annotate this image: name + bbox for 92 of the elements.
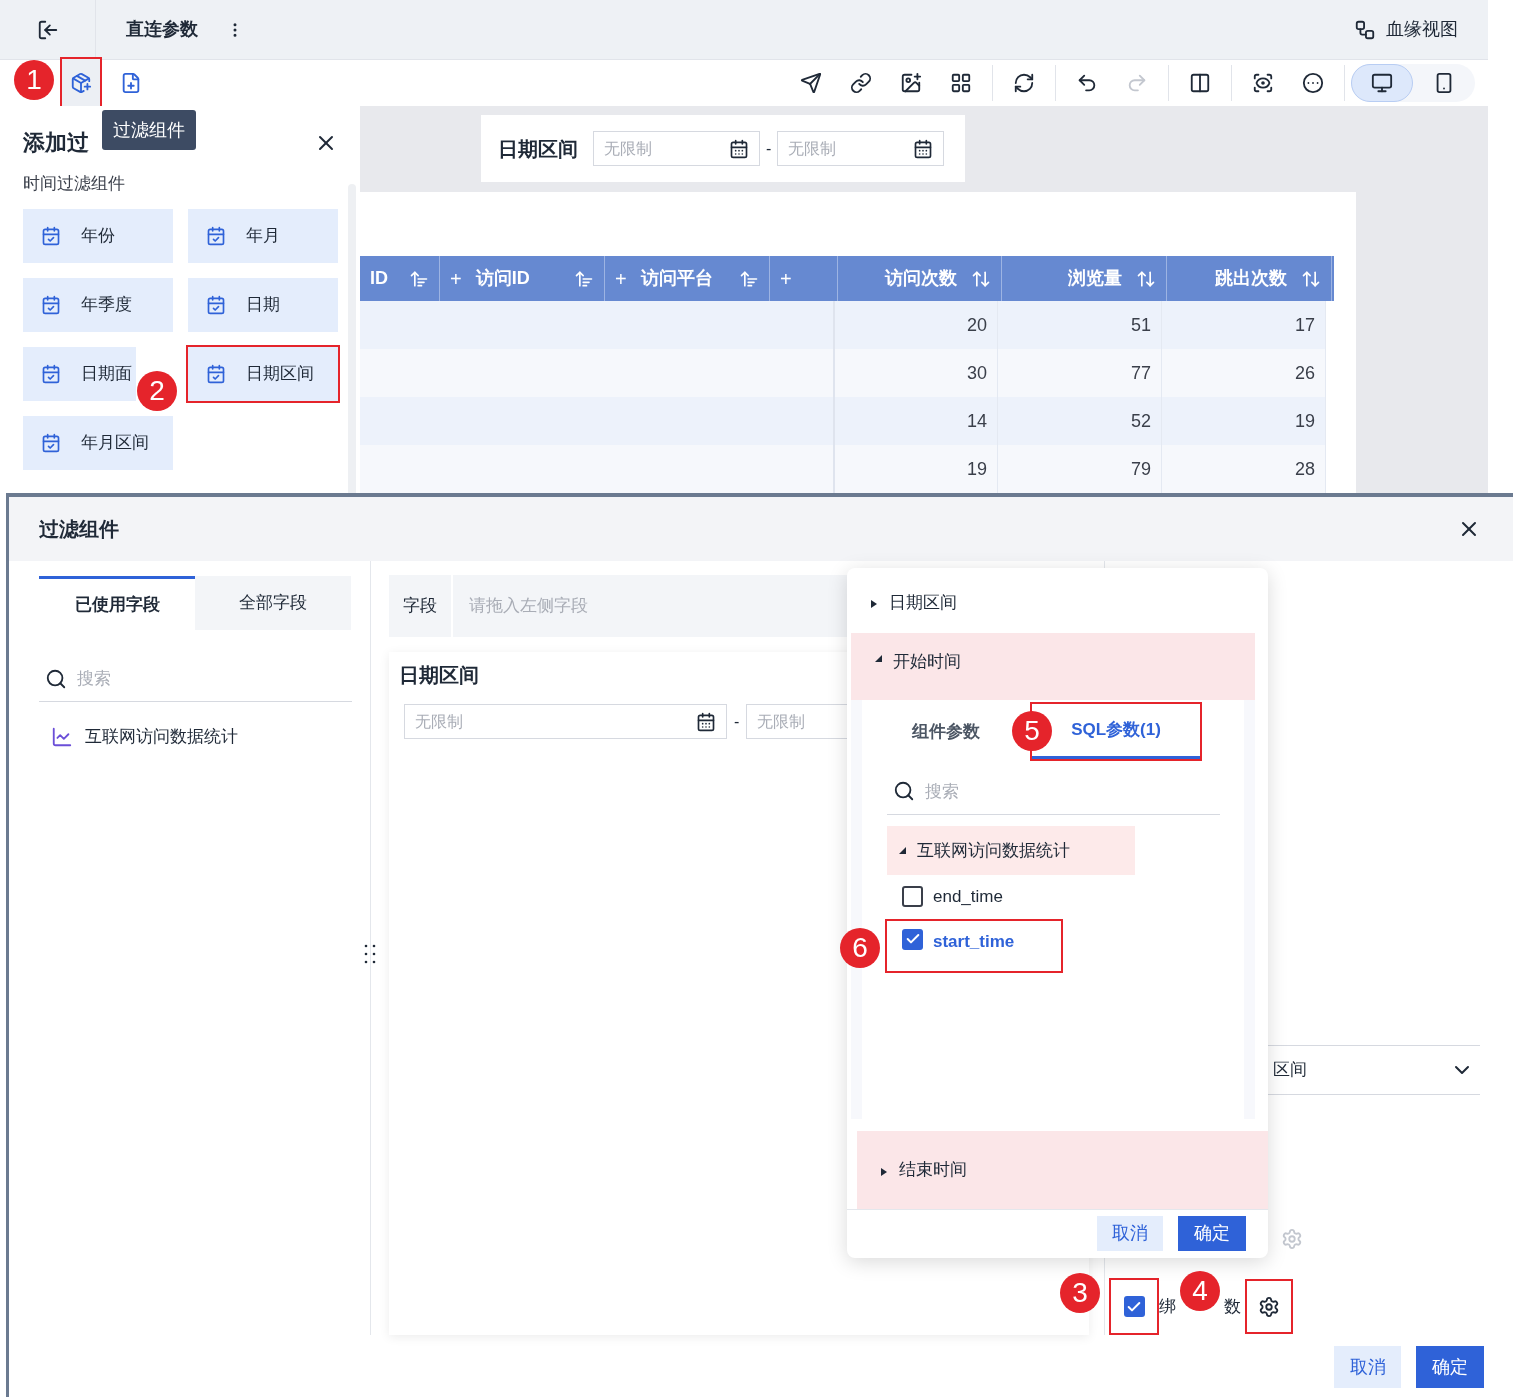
monitor-icon [1371, 72, 1393, 94]
tool-button[interactable] [62, 59, 100, 107]
parameter-name[interactable]: end_time [933, 884, 1003, 910]
grid-icon[interactable] [950, 72, 972, 94]
filter-type-button[interactable]: 年月 [188, 208, 338, 263]
calendar-icon [729, 138, 749, 159]
eye-icon[interactable] [1252, 72, 1274, 94]
range-separator: - [734, 711, 740, 732]
image-icon[interactable] [900, 72, 922, 94]
section-header[interactable]: 开始时间 [851, 632, 1255, 700]
link-icon[interactable] [850, 72, 872, 94]
table-cell-text: 30 [966, 361, 987, 385]
column-label: 跳出次数 [1215, 267, 1287, 290]
field-placeholder: 请拖入左侧字段 [469, 595, 588, 618]
checkbox[interactable] [1123, 1296, 1145, 1317]
filter-type-button[interactable]: 日期区间 [188, 346, 338, 401]
more-icon[interactable] [1302, 72, 1324, 94]
confirm-button[interactable]: 确定 [1178, 1216, 1246, 1251]
table-cell-text: 52 [1130, 409, 1151, 433]
dialog-title: 过滤组件 [39, 517, 119, 542]
select-value[interactable]: 区间 [1273, 1057, 1450, 1083]
table-cell-text: 14 [966, 409, 987, 433]
add-column-button[interactable]: + [780, 263, 792, 294]
column-label: 访问平台 [640, 267, 714, 290]
bind-parameter-label: 绑 [1159, 1295, 1176, 1318]
column-label: 访问ID [475, 267, 531, 290]
chart-icon [51, 725, 73, 748]
undo-icon[interactable] [1076, 72, 1098, 94]
filter-type-button[interactable]: 年份 [23, 208, 173, 263]
field-tab[interactable]: 全部字段 [195, 576, 351, 630]
table-cell-text: 20 [966, 313, 987, 337]
checkbox[interactable] [902, 886, 923, 908]
dataset-item[interactable]: 互联网访问数据统计 [85, 724, 238, 750]
bind-parameter-label: 数 [1224, 1295, 1241, 1318]
calendar-icon [41, 363, 61, 384]
calendar-icon [206, 225, 226, 246]
drag-handle-icon[interactable] [364, 943, 376, 965]
column-label: 访问次数 [885, 267, 957, 290]
settings-icon[interactable] [1258, 1295, 1280, 1318]
cancel-button[interactable]: 取消 [1097, 1216, 1163, 1251]
calendar-icon [206, 294, 226, 315]
filter-title: 日期区间 [498, 136, 578, 162]
tooltip: 过滤组件 [102, 110, 196, 150]
report-title: 直连参数 [126, 18, 198, 41]
calendar-icon [41, 294, 61, 315]
filter-type-button[interactable]: 日期 [188, 277, 338, 332]
calendar-icon [696, 711, 716, 732]
table-cell-text: 77 [1130, 361, 1151, 385]
panel-icon[interactable] [1189, 72, 1211, 94]
calendar-icon [206, 363, 226, 384]
add-column-button[interactable]: + [450, 263, 462, 294]
section-label: 时间过滤组件 [23, 173, 126, 195]
checkbox[interactable] [902, 928, 923, 950]
filter-type-button[interactable]: 年月区间 [23, 415, 173, 470]
table-cell-text: 28 [1294, 457, 1315, 481]
tree-node[interactable]: 互联网访问数据统计 [887, 825, 1135, 875]
field-label: 字段 [389, 575, 453, 637]
table-cell-text: 17 [1294, 313, 1315, 337]
table-cell-text: 26 [1294, 361, 1315, 385]
cancel-button[interactable]: 取消 [1334, 1346, 1401, 1388]
table-cell-text: 19 [966, 457, 987, 481]
calendar-icon [41, 225, 61, 246]
parameter-name[interactable]: start_time [933, 928, 1015, 955]
scrollbar[interactable] [348, 184, 356, 493]
range-separator: - [766, 138, 772, 159]
filter-type-button[interactable]: 年季度 [23, 277, 173, 332]
preview-title: 日期区间 [399, 663, 479, 688]
calendar-icon [41, 432, 61, 453]
refresh-icon[interactable] [1013, 72, 1035, 94]
calendar-icon [913, 138, 934, 159]
lineage-view-link[interactable]: 血缘视图 [1386, 16, 1458, 43]
section-header[interactable]: 结束时间 [857, 1131, 1268, 1209]
search-icon [893, 780, 915, 803]
column-label: ID [370, 267, 389, 290]
device-mode-button[interactable] [1351, 64, 1413, 102]
panel-title: 添加过 [23, 129, 89, 157]
table-cell-text: 19 [1294, 409, 1315, 433]
caret-icon [869, 599, 879, 610]
table-cell-text: 51 [1130, 313, 1151, 337]
add-column-button[interactable]: + [615, 263, 627, 294]
exit-icon[interactable] [36, 18, 59, 41]
search-icon [45, 667, 67, 690]
caret-icon [879, 1167, 889, 1178]
column-label: 浏览量 [1068, 267, 1122, 290]
cube-plus-icon [70, 72, 92, 94]
document-plus-icon [120, 72, 142, 94]
table-cell-text: 79 [1130, 457, 1151, 481]
confirm-button[interactable]: 确定 [1416, 1346, 1484, 1388]
caret-icon [897, 845, 907, 856]
filter-type-button[interactable]: 日期面 [23, 346, 136, 401]
send-icon[interactable] [800, 72, 822, 94]
flow-icon [1354, 18, 1376, 41]
